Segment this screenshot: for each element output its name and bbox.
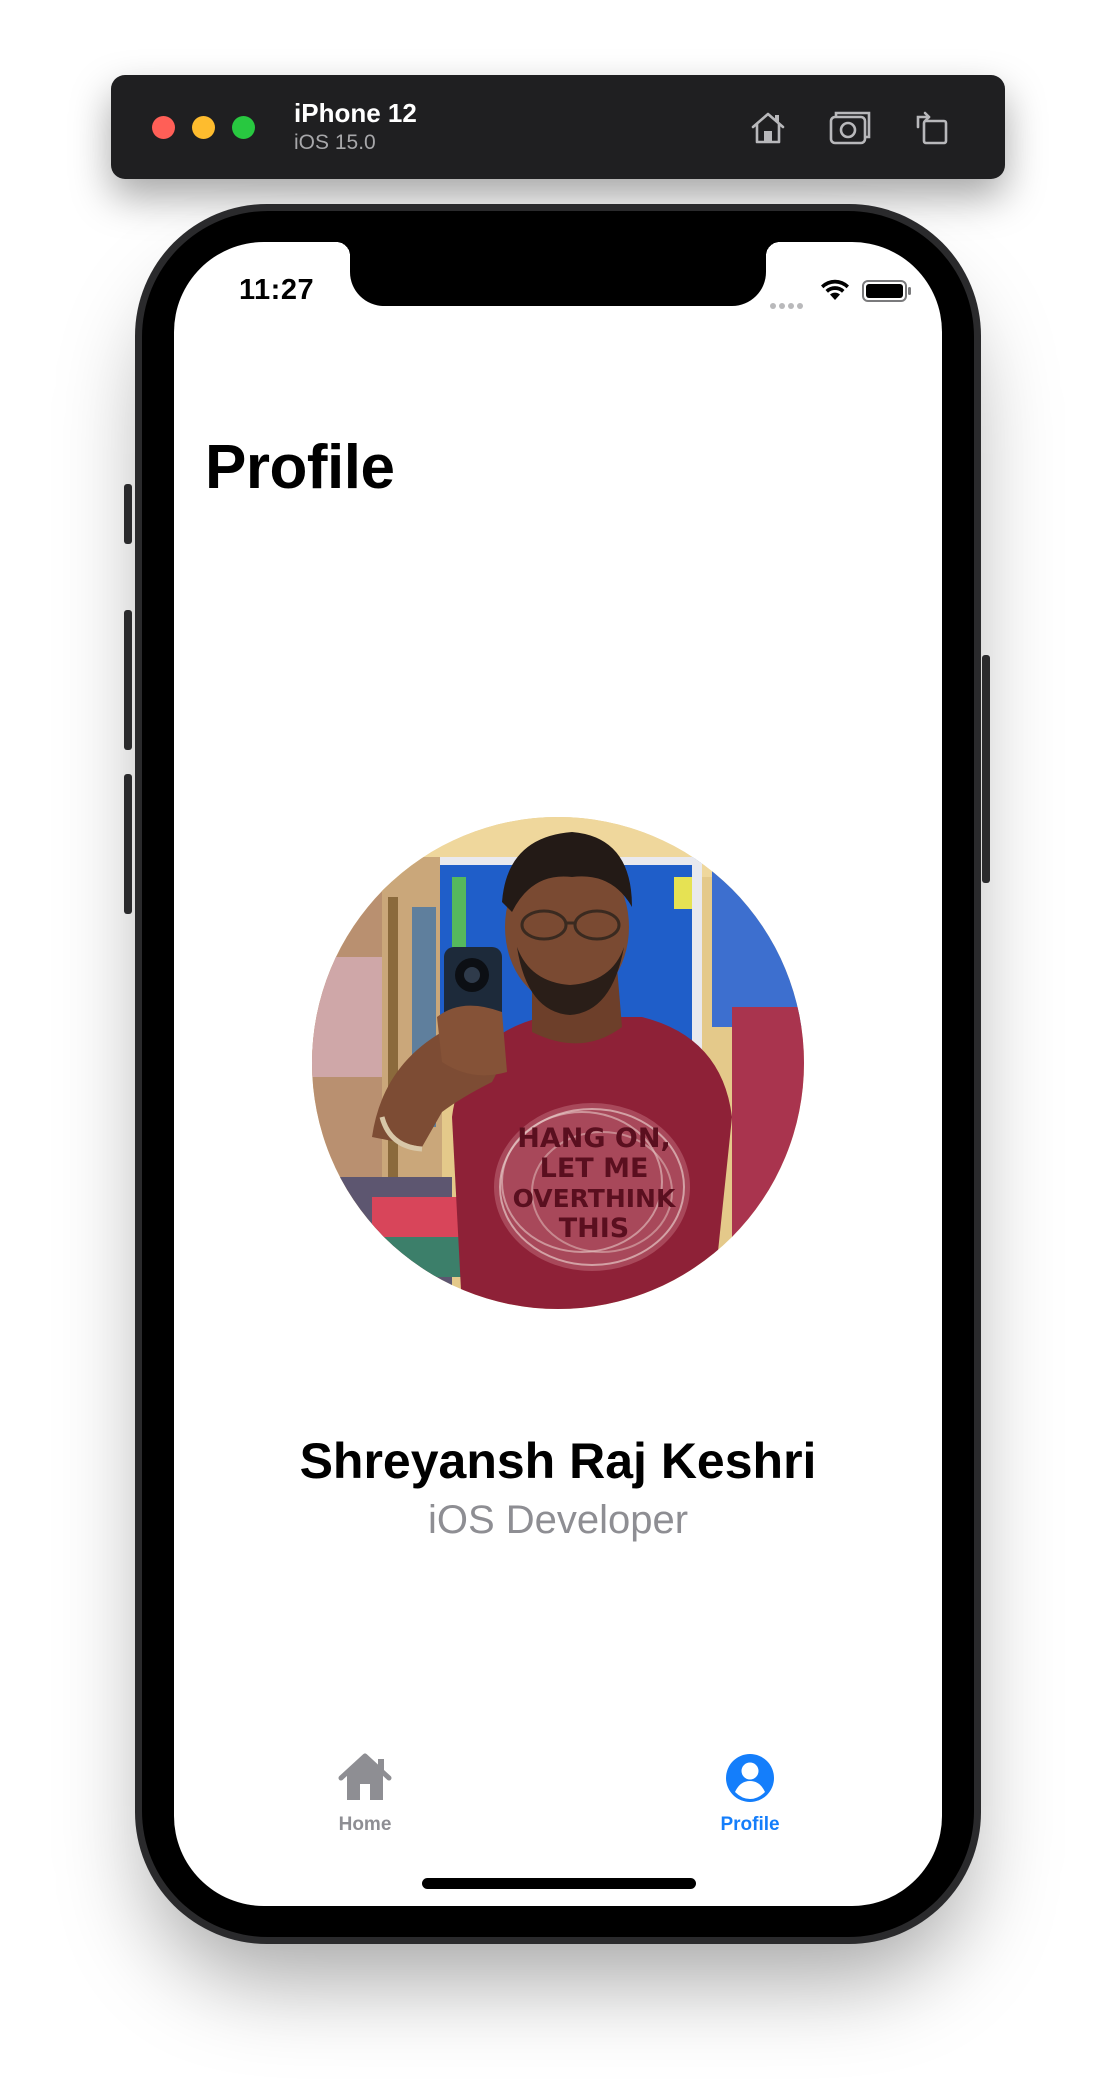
page-title: Profile xyxy=(205,433,395,502)
window-maximize-button[interactable] xyxy=(232,116,255,139)
profile-photo: HANG ON, LET ME OVERTHINK THIS xyxy=(312,817,804,1309)
tab-profile[interactable]: Profile xyxy=(650,1752,850,1836)
window-close-button[interactable] xyxy=(152,116,175,139)
window-minimize-button[interactable] xyxy=(192,116,215,139)
tab-home-label: Home xyxy=(338,1814,392,1835)
camera-icon[interactable] xyxy=(827,105,873,151)
device-name: iPhone 12 xyxy=(294,98,417,128)
simulator-toolbar: iPhone 12 iOS 15.0 xyxy=(111,75,1005,179)
volume-up-button xyxy=(124,610,132,750)
tab-home[interactable]: Home xyxy=(265,1752,465,1836)
profile-avatar: HANG ON, LET ME OVERTHINK THIS xyxy=(312,817,804,1309)
battery-icon xyxy=(862,280,911,302)
phone-screen: 11:27 Profile HANG ON, LET ME OVERTHINK … xyxy=(174,242,942,1906)
power-button xyxy=(982,655,990,883)
profile-role: iOS Developer xyxy=(427,1498,689,1542)
home-indicator[interactable] xyxy=(422,1878,696,1889)
rotate-icon[interactable] xyxy=(909,105,955,151)
device-os-version: iOS 15.0 xyxy=(294,131,376,154)
shirt-text-line-1: HANG ON, xyxy=(517,1123,670,1154)
shirt-text-line-4: THIS xyxy=(559,1213,630,1244)
status-time: 11:27 xyxy=(239,274,315,306)
notch xyxy=(336,242,780,306)
house-icon xyxy=(338,1753,392,1800)
shirt-text-line-3: OVERTHINK xyxy=(513,1184,677,1213)
home-icon[interactable] xyxy=(745,105,791,151)
profile-name: Shreyansh Raj Keshri xyxy=(299,1433,817,1489)
wifi-icon xyxy=(821,279,849,300)
silent-switch xyxy=(124,484,132,544)
volume-down-button xyxy=(124,774,132,914)
cellular-signal-icon xyxy=(770,296,806,309)
shirt-text-line-2: LET ME xyxy=(540,1153,649,1184)
tab-profile-label: Profile xyxy=(720,1814,780,1835)
status-icons xyxy=(766,276,916,309)
person-circle-icon xyxy=(726,1754,774,1802)
